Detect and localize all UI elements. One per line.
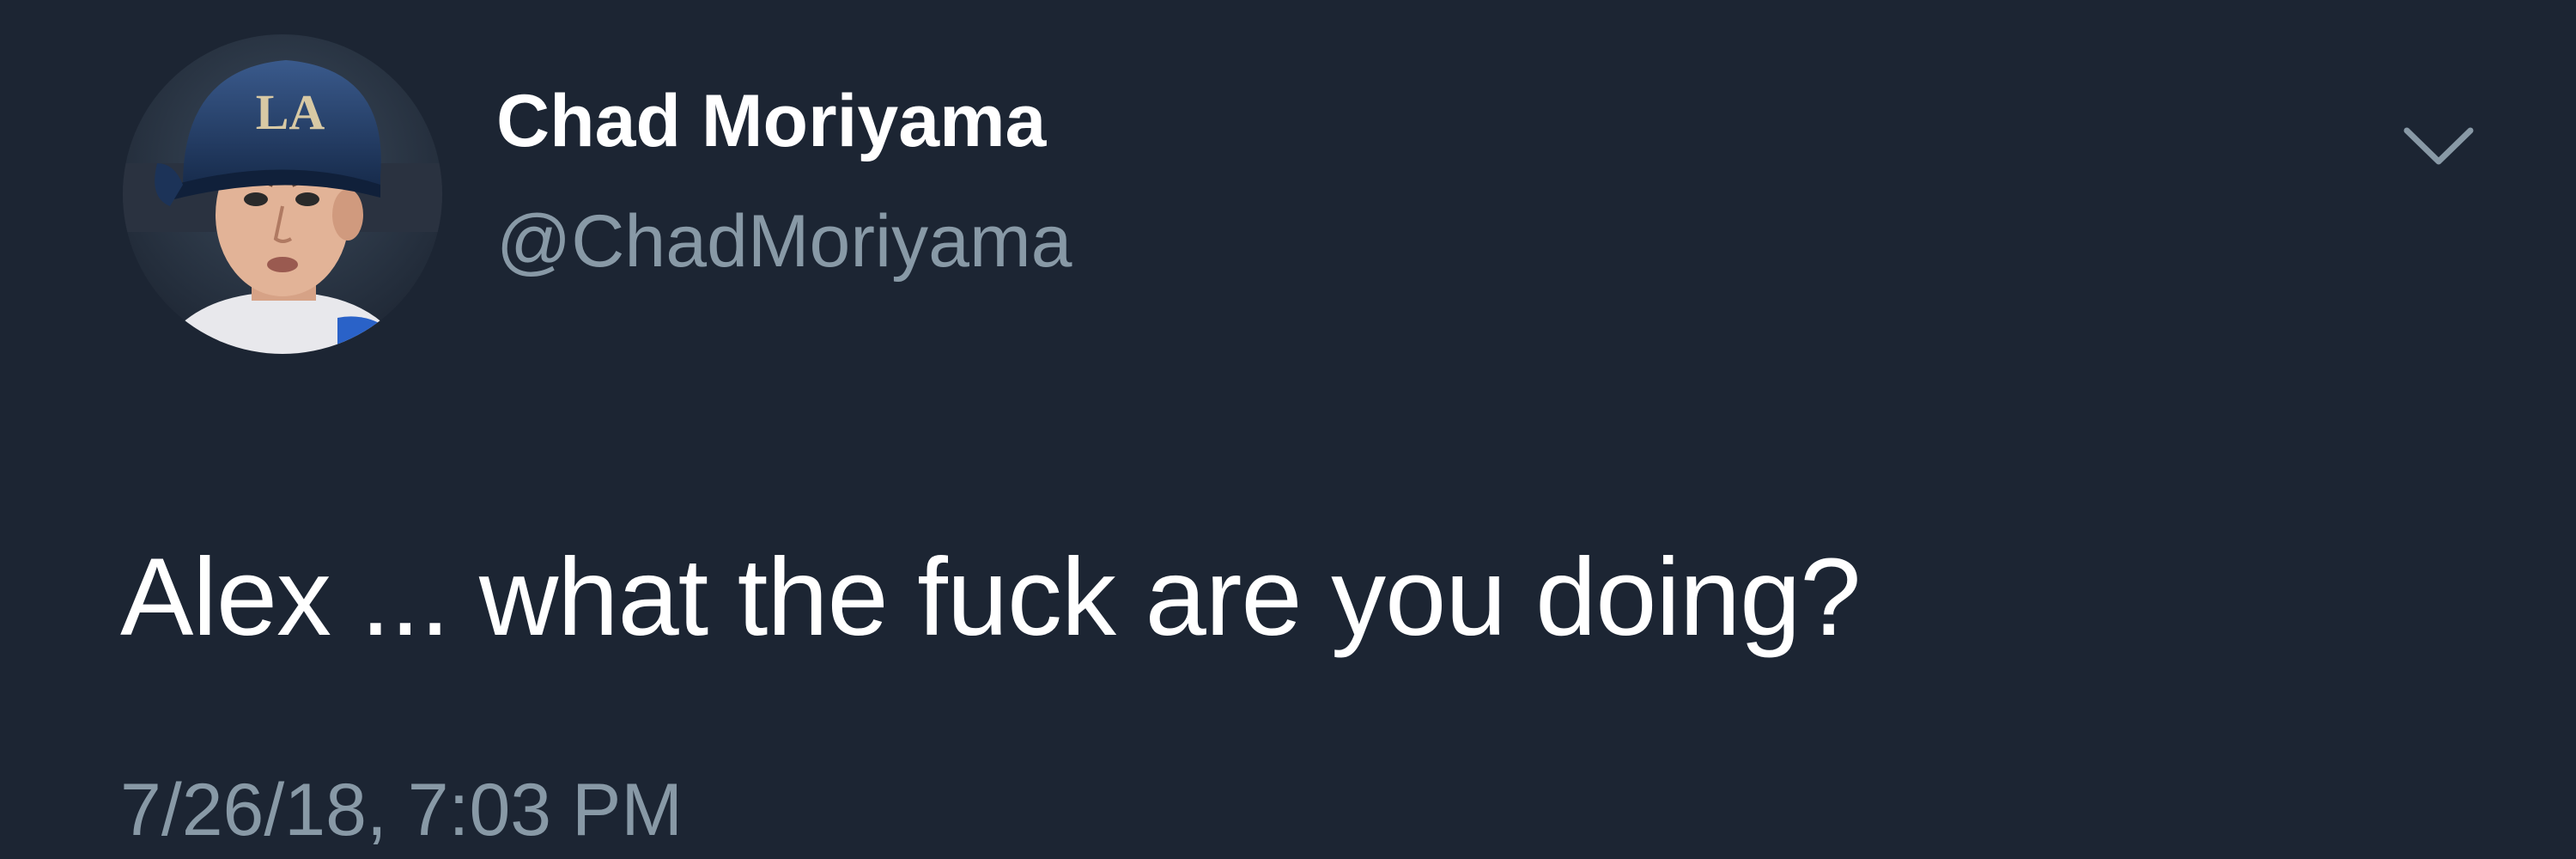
user-handle[interactable]: @ChadMoriyama <box>496 204 1072 278</box>
chevron-down-icon[interactable] <box>2400 120 2477 172</box>
tweet-timestamp[interactable]: 7/26/18, 7:03 PM <box>120 773 683 847</box>
avatar[interactable]: LA <box>123 34 442 354</box>
tweet-card: LA Chad Moriyama @ChadMoriyama Alex ... … <box>0 0 2576 859</box>
tweet-body: Alex ... what the fuck are you doing? <box>120 536 1861 659</box>
avatar-photo: LA <box>123 34 442 354</box>
svg-text:LA: LA <box>256 84 325 140</box>
display-name[interactable]: Chad Moriyama <box>496 84 1046 158</box>
